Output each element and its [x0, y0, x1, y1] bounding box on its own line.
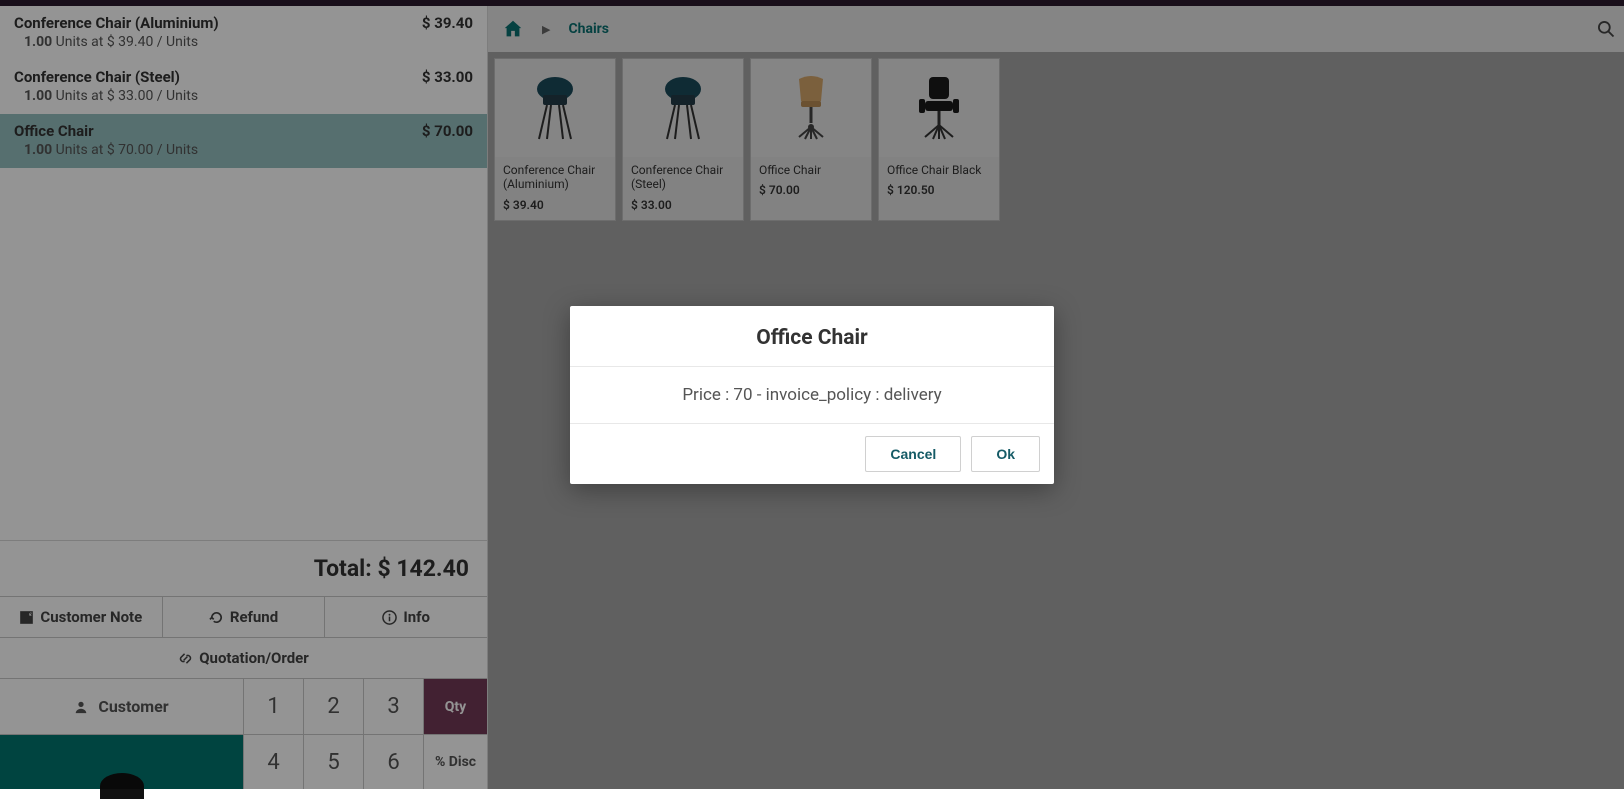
- modal-overlay[interactable]: Office Chair Price : 70 - invoice_policy…: [0, 0, 1624, 789]
- cancel-button[interactable]: Cancel: [865, 436, 961, 472]
- product-info-modal: Office Chair Price : 70 - invoice_policy…: [570, 306, 1054, 484]
- modal-title: Office Chair: [590, 326, 1034, 350]
- modal-body: Price : 70 - invoice_policy : delivery: [570, 367, 1054, 424]
- ok-button[interactable]: Ok: [971, 436, 1040, 472]
